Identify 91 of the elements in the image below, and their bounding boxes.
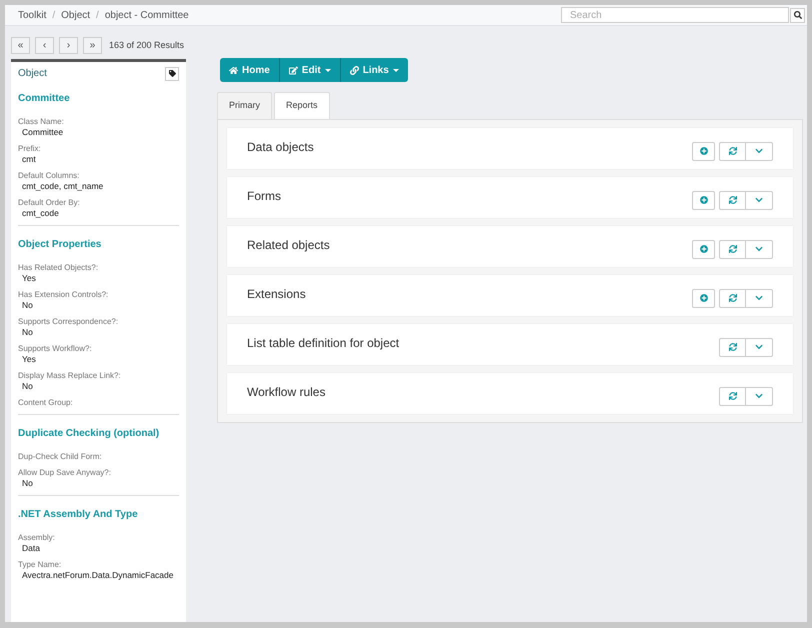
search-icon: [794, 11, 802, 19]
field-value: No: [21, 327, 33, 338]
panel-title: List table definition for object: [247, 334, 400, 352]
refresh-button[interactable]: [719, 240, 746, 258]
breadcrumb-link[interactable]: Object: [61, 8, 90, 22]
panel-title: Related objects: [247, 236, 330, 254]
refresh-icon: [728, 196, 736, 204]
refresh-button[interactable]: [719, 288, 746, 308]
refresh-icon: [728, 392, 736, 400]
add-button[interactable]: [692, 190, 715, 210]
field-label: Default Order By:: [18, 197, 81, 208]
field-label: Allow Dup Save Anyway?:: [18, 467, 112, 478]
breadcrumb-link[interactable]: Toolkit: [18, 8, 46, 22]
breadcrumb-link[interactable]: object - Committee: [104, 8, 189, 22]
field-value: Yes: [21, 354, 36, 365]
pager-button[interactable]: ›: [59, 37, 78, 54]
add-icon: [700, 196, 708, 204]
field-label: Supports Workflow?:: [18, 343, 93, 354]
section-heading: Committee: [18, 92, 71, 106]
chevron-icon: [755, 392, 763, 400]
add-icon: [700, 245, 708, 253]
field-label: Prefix:: [18, 143, 42, 154]
search-button[interactable]: [790, 8, 805, 22]
caret-icon: [324, 68, 331, 72]
field-label: Assembly:: [18, 532, 56, 543]
field-value: Data: [21, 543, 40, 554]
expand-button[interactable]: [746, 386, 773, 406]
add-button[interactable]: [692, 142, 715, 160]
field-label: Type Name:: [18, 559, 62, 570]
panel-title: Data objects: [247, 138, 314, 156]
refresh-button[interactable]: [719, 386, 746, 406]
add-icon: [700, 147, 708, 155]
home-icon: [229, 66, 238, 74]
section-heading: Duplicate Checking (optional): [18, 427, 160, 441]
chevron-icon: [755, 245, 763, 253]
tag-button[interactable]: [165, 66, 179, 80]
refresh-button[interactable]: [719, 190, 746, 210]
chevron-icon: [755, 147, 763, 155]
field-label: Class Name:: [18, 116, 65, 127]
refresh-icon: [728, 294, 736, 302]
field-label: Default Columns:: [18, 170, 80, 181]
search-field[interactable]: Search: [561, 7, 789, 23]
tab[interactable]: Reports: [274, 92, 330, 119]
refresh-icon: [728, 343, 736, 351]
expand-button[interactable]: [746, 142, 773, 160]
pager-button[interactable]: »: [83, 37, 102, 54]
chevron-icon: [755, 343, 763, 351]
expand-button[interactable]: [746, 190, 773, 210]
field-label: Dup-Check Child Form:: [18, 451, 103, 462]
section-heading: .NET Assembly And Type: [18, 508, 139, 522]
panel-title: Extensions: [247, 286, 306, 302]
field-label: Has Extension Controls?:: [18, 289, 110, 300]
field-value: cmt: [21, 154, 36, 165]
refresh-button[interactable]: [719, 338, 746, 356]
sidebar-title: Object: [18, 67, 47, 81]
field-value: Avectra.netForum.Data.DynamicFacade: [21, 570, 174, 581]
section-heading: Object Properties: [18, 238, 102, 252]
results-count: 163 of 200 Results: [109, 38, 184, 52]
pager-button[interactable]: «: [11, 37, 30, 54]
expand-button[interactable]: [746, 288, 773, 308]
field-label: Supports Correspondence?:: [18, 316, 120, 327]
link-icon: [350, 66, 359, 74]
expand-button[interactable]: [746, 240, 773, 258]
chevron-icon: [755, 294, 763, 302]
panel-title: Forms: [247, 188, 281, 204]
tab[interactable]: Primary: [217, 92, 272, 119]
field-label: Has Related Objects?:: [18, 262, 100, 273]
tag-icon: [168, 70, 176, 77]
panel-title: Workflow rules: [247, 384, 326, 400]
field-value: No: [21, 300, 33, 311]
add-button[interactable]: [692, 240, 715, 258]
caret-icon: [392, 68, 399, 72]
field-value: No: [21, 478, 33, 489]
edit-icon: [288, 66, 298, 74]
expand-button[interactable]: [746, 338, 773, 356]
add-button[interactable]: [692, 288, 715, 308]
refresh-button[interactable]: [719, 142, 746, 160]
breadcrumb-separator: /: [95, 8, 100, 22]
pager-button[interactable]: ‹: [35, 37, 54, 54]
field-value: Yes: [21, 273, 36, 284]
field-value: cmt_code: [21, 208, 59, 219]
field-label: Content Group:: [18, 397, 74, 408]
breadcrumb-separator: /: [51, 8, 56, 22]
field-value: cmt_code, cmt_name: [21, 181, 104, 192]
field-value: Committee: [21, 127, 64, 138]
field-label: Display Mass Replace Link?:: [18, 370, 122, 381]
refresh-icon: [728, 147, 736, 155]
add-icon: [700, 294, 708, 302]
refresh-icon: [728, 245, 736, 253]
chevron-icon: [755, 196, 763, 204]
field-value: No: [21, 381, 33, 392]
